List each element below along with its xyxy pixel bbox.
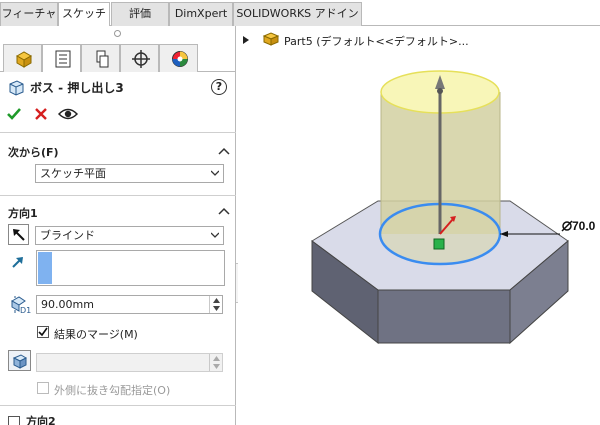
merge-result-checkbox[interactable] [37,326,49,338]
manager-tabs [0,44,236,72]
check-icon [38,327,48,337]
end-condition-value: ブラインド [40,229,95,242]
chevron-down-icon [211,170,219,176]
tab-solidworks-addins[interactable]: SOLIDWORKS アドイン [233,2,362,26]
divider [0,195,236,196]
configuration-manager-icon [96,50,109,68]
hex-side-face-front [377,289,511,344]
end-condition-select[interactable]: ブラインド [35,226,224,245]
collapse-chevron-icon[interactable] [218,206,230,216]
display-manager-tab[interactable] [159,44,198,72]
dimxpert-manager-tab[interactable] [120,44,159,72]
depth-input[interactable]: 90.00mm [36,295,223,314]
tab-sketch[interactable]: スケッチ [58,2,110,27]
direction1-header[interactable]: 方向1 [8,205,38,221]
feature-title: ボス - 押し出し3 [30,81,124,95]
divider [0,405,236,406]
dimension-label[interactable]: 70.0 [572,219,596,233]
draft-angle-input [36,353,223,372]
reverse-direction-button[interactable] [8,224,29,245]
reverse-arrow-icon [13,229,25,241]
tab-features[interactable]: フィーチャー [0,2,58,42]
direction2-header[interactable]: 方向2 [26,413,56,425]
spin-up-icon [213,356,220,361]
feature-title-row: ボス - 押し出し3 ? [0,76,236,98]
property-manager-icon [55,50,71,68]
draft-toggle-button[interactable] [8,350,31,371]
spin-down-icon [213,364,220,369]
cancel-x-icon[interactable] [34,107,48,121]
from-select-value: スケッチ平面 [40,167,106,180]
help-icon[interactable]: ? [211,79,227,95]
chevron-down-icon [211,232,219,238]
direction-arrow-icon [12,257,23,268]
depth-icon-label: D1 [20,306,32,315]
ok-check-icon[interactable] [6,106,22,122]
direction2-checkbox[interactable] [8,416,20,425]
spin-down-icon [213,306,220,311]
property-manager-tab[interactable] [42,44,81,72]
graphics-viewport[interactable]: 70.0 Part5 (デフォルト<<デフォルト>... [238,27,600,425]
direction-selection-box[interactable] [36,250,225,286]
spin-up-icon [213,298,220,303]
expand-arrow-icon[interactable] [242,36,250,44]
feature-manager-icon [15,51,33,68]
merge-result-label: 結果のマージ(M) [54,328,138,341]
feature-manager-tab[interactable] [3,44,42,72]
origin-marker [433,238,445,250]
feature-tree-part-label[interactable]: Part5 (デフォルト<<デフォルト>... [284,33,469,49]
command-manager-tabs: フィーチャー スケッチ 評価 DimXpert SOLIDWORKS アドイン [0,0,600,42]
model-view: 70.0 [311,70,596,345]
draft-angle-spinner [209,354,222,371]
boss-extrude-icon [9,80,24,96]
depth-value: 90.00mm [41,298,94,311]
display-manager-icon [172,51,188,67]
tab-evaluate[interactable]: 評価 [111,2,169,26]
crosshair-icon [132,50,150,68]
tab-dimxpert[interactable]: DimXpert [169,2,233,26]
depth-spinner[interactable] [209,296,222,313]
divider [0,132,236,133]
draft-outward-label: 外側に抜き勾配指定(O) [54,384,171,397]
selection-accent-bar [38,252,52,284]
collapse-chevron-icon[interactable] [218,146,230,156]
draft-icon [12,354,28,369]
from-select[interactable]: スケッチ平面 [35,164,224,183]
part-icon [262,32,280,46]
draft-outward-checkbox [37,382,49,394]
from-section-header[interactable]: 次から(F) [8,144,59,160]
configuration-manager-tab[interactable] [81,44,120,72]
panel-grip[interactable] [0,26,236,44]
preview-eye-icon[interactable] [58,107,78,121]
